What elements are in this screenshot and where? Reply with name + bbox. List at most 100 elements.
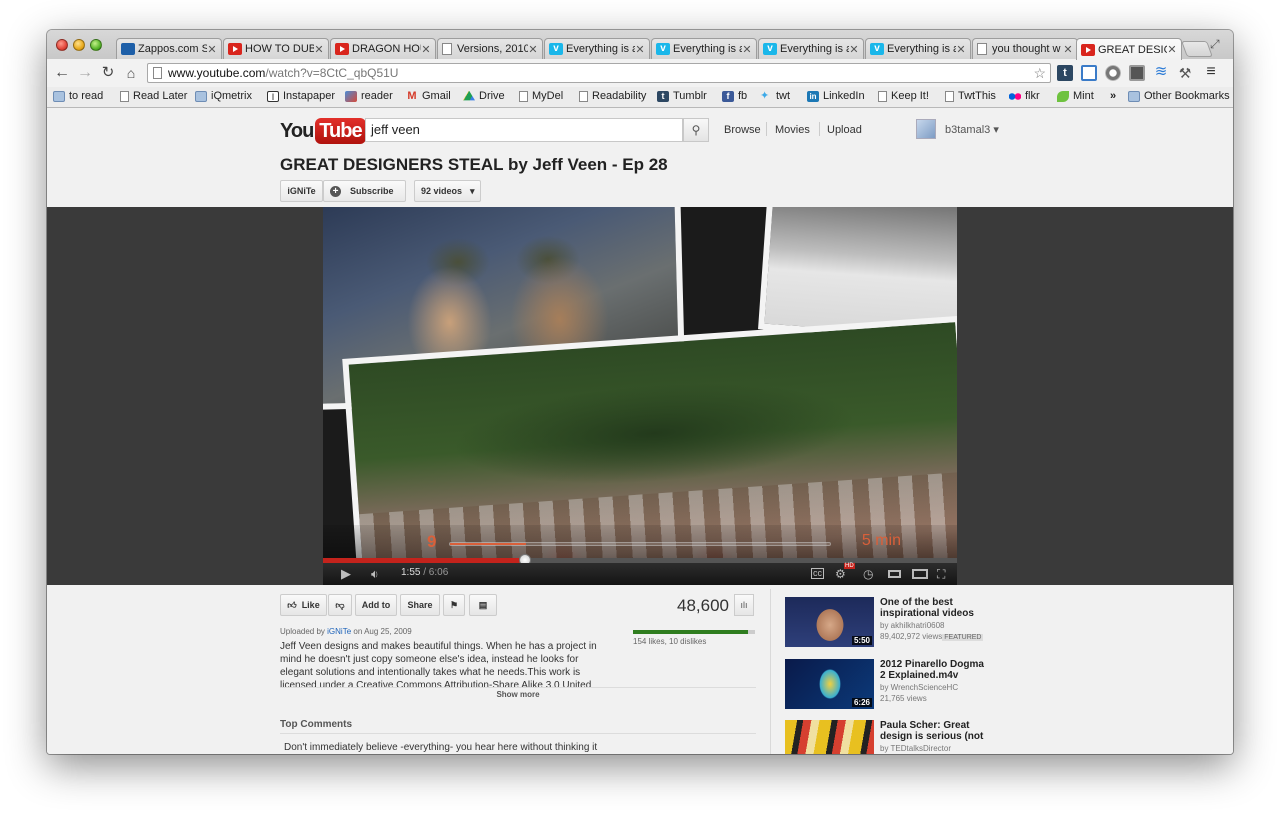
- wrench-icon[interactable]: ⚒: [1177, 65, 1193, 81]
- transcript-button[interactable]: ▤: [469, 594, 497, 616]
- zoom-window-button[interactable]: [90, 39, 102, 51]
- browser-tab[interactable]: HOW TO DUBST ✕: [223, 38, 329, 59]
- stats-button[interactable]: ılı: [734, 594, 754, 616]
- related-thumbnail[interactable]: [785, 720, 874, 754]
- related-video[interactable]: 5:50 One of the best inspirational video…: [785, 597, 1005, 649]
- captions-icon[interactable]: cc: [811, 568, 824, 579]
- bookmark-item[interactable]: TwtThis: [945, 90, 996, 102]
- volume-icon[interactable]: 🔉︎: [371, 566, 379, 582]
- bookmark-item[interactable]: I Instapaper: [267, 90, 335, 102]
- youtube-logo[interactable]: You Tube: [280, 117, 366, 145]
- related-title[interactable]: Paula Scher: Great design is serious (no…: [880, 720, 990, 742]
- close-tab-icon[interactable]: ✕: [421, 43, 431, 56]
- bookmark-item[interactable]: Drive: [463, 90, 505, 102]
- large-player-icon[interactable]: [912, 569, 928, 579]
- search-button[interactable]: ⚲: [683, 118, 709, 142]
- screenshot-extension-icon[interactable]: [1081, 65, 1097, 81]
- browser-tab[interactable]: DRAGON HOUS ✕: [330, 38, 436, 59]
- browser-tab[interactable]: v Everything is a ✕: [651, 38, 757, 59]
- small-player-icon[interactable]: [888, 570, 901, 578]
- user-menu[interactable]: b3tamal3 ▾: [945, 123, 999, 136]
- bookmark-item[interactable]: Readability: [579, 90, 646, 102]
- uploader-link[interactable]: iGNiTe: [327, 627, 351, 636]
- bookmark-label: to read: [69, 90, 104, 102]
- like-button[interactable]: 👍︎ Like: [280, 594, 327, 616]
- browser-tab[interactable]: v Everything is a ✕: [865, 38, 971, 59]
- bookmark-label: Keep It!: [891, 90, 929, 102]
- browser-tab[interactable]: you thought w ✕: [972, 38, 1078, 59]
- close-tab-icon[interactable]: ✕: [742, 43, 752, 56]
- readability-extension-icon[interactable]: ≋: [1153, 64, 1169, 81]
- home-icon[interactable]: ⌂: [121, 63, 141, 83]
- related-thumbnail[interactable]: 6:26: [785, 659, 874, 709]
- search-input[interactable]: jeff veen: [365, 118, 683, 142]
- tumblr-extension-icon[interactable]: t: [1057, 65, 1073, 81]
- browser-tab[interactable]: Versions, 2010 ✕: [437, 38, 543, 59]
- like-ratio-fill: [633, 630, 748, 634]
- video-player[interactable]: 9 5 min ▶ 🔉︎ 1:55 / 6:06 cc ⚙ HD ◷ ⛶: [323, 207, 957, 585]
- forward-icon[interactable]: →: [75, 63, 95, 83]
- share-button[interactable]: Share: [400, 594, 440, 616]
- dislike-button[interactable]: 👎︎: [328, 594, 352, 616]
- fullscreen-icon[interactable]: ⛶: [937, 566, 945, 582]
- back-icon[interactable]: ←: [52, 63, 72, 83]
- close-tab-icon[interactable]: ✕: [207, 43, 217, 56]
- bookmark-item[interactable]: Keep It!: [878, 90, 929, 102]
- related-video[interactable]: Paula Scher: Great design is serious (no…: [785, 720, 1005, 754]
- close-tab-icon[interactable]: ✕: [528, 43, 538, 56]
- close-tab-icon[interactable]: ✕: [849, 43, 859, 56]
- hd-badge: HD: [844, 563, 855, 569]
- subscribe-button[interactable]: + Subscribe: [323, 180, 406, 202]
- menu-icon[interactable]: ≡: [1203, 64, 1219, 81]
- nav-movies[interactable]: Movies: [775, 124, 810, 136]
- bookmark-star-icon[interactable]: ☆: [1033, 64, 1046, 82]
- related-title[interactable]: One of the best inspirational videos: [880, 597, 990, 619]
- play-icon[interactable]: ▶: [341, 566, 351, 582]
- related-thumbnail[interactable]: 5:50: [785, 597, 874, 647]
- browser-tab[interactable]: v Everything is a ✕: [758, 38, 864, 59]
- show-more-button[interactable]: Show more: [280, 690, 756, 699]
- close-tab-icon[interactable]: ✕: [1167, 43, 1177, 56]
- add-to-button[interactable]: Add to: [355, 594, 397, 616]
- bookmark-item[interactable]: Read Later: [120, 90, 187, 102]
- close-tab-icon[interactable]: ✕: [635, 43, 645, 56]
- bookmark-item[interactable]: f fb: [722, 90, 747, 102]
- reload-icon[interactable]: ↻: [98, 63, 118, 83]
- related-video[interactable]: 6:26 2012 Pinarello Dogma 2 Explained.m4…: [785, 659, 1005, 711]
- nav-upload[interactable]: Upload: [827, 124, 862, 136]
- fullscreen-icon[interactable]: ⤢: [1210, 37, 1224, 51]
- bookmark-item[interactable]: MyDel: [519, 90, 563, 102]
- wordpress-extension-icon[interactable]: [1105, 65, 1121, 81]
- bookmark-item[interactable]: reader: [345, 90, 393, 102]
- bookmark-item[interactable]: in LinkedIn: [807, 90, 865, 102]
- bookmark-item[interactable]: iQmetrix: [195, 90, 252, 102]
- other-bookmarks[interactable]: Other Bookmarks: [1128, 90, 1230, 102]
- bookmark-item[interactable]: to read: [53, 90, 103, 102]
- browser-toolbar: ← → ↻ ⌂ www.youtube.com/watch?v=8CtC_qbQ…: [47, 59, 1233, 87]
- minimize-window-button[interactable]: [73, 39, 85, 51]
- bookmark-item[interactable]: Mint: [1057, 90, 1094, 102]
- bookmark-item[interactable]: M Gmail: [406, 90, 450, 102]
- close-tab-icon[interactable]: ✕: [314, 43, 324, 56]
- related-title[interactable]: 2012 Pinarello Dogma 2 Explained.m4v: [880, 659, 990, 681]
- close-tab-icon[interactable]: ✕: [956, 43, 966, 56]
- bookmark-item[interactable]: t Tumblr: [657, 90, 707, 102]
- watch-later-icon[interactable]: ◷: [863, 566, 873, 582]
- bookmark-item[interactable]: flkr: [1009, 90, 1040, 102]
- browser-tab-active[interactable]: GREAT DESIGN ✕: [1076, 38, 1182, 60]
- flag-button[interactable]: ⚑: [443, 594, 465, 616]
- bookmark-item[interactable]: ✦ twt: [760, 90, 790, 102]
- nav-browse[interactable]: Browse: [724, 124, 761, 136]
- avatar[interactable]: [916, 119, 936, 139]
- new-tab-button[interactable]: [1181, 41, 1213, 57]
- videos-dropdown[interactable]: 92 videos ▾: [414, 180, 481, 202]
- bookmarks-overflow-button[interactable]: »: [1110, 90, 1116, 102]
- evernote-extension-icon[interactable]: [1129, 65, 1145, 81]
- browser-tab[interactable]: v Everything is a ✕: [544, 38, 650, 59]
- browser-tab[interactable]: Zappos.com Sh ✕: [116, 38, 222, 59]
- player-controls: ▶ 🔉︎ 1:55 / 6:06 cc ⚙ HD ◷ ⛶: [323, 563, 957, 585]
- channel-button[interactable]: iGNiTe: [280, 180, 323, 202]
- close-window-button[interactable]: [56, 39, 68, 51]
- address-bar[interactable]: www.youtube.com/watch?v=8CtC_qbQ51U ☆: [147, 63, 1051, 83]
- close-tab-icon[interactable]: ✕: [1063, 43, 1073, 56]
